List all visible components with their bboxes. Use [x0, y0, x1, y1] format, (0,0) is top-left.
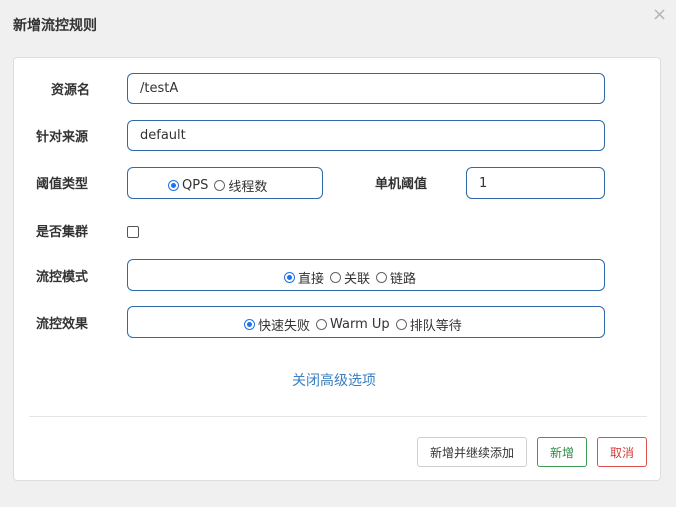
radio-unchecked-icon[interactable]	[214, 180, 226, 191]
control-mode-option-chain[interactable]: 链路	[376, 268, 416, 287]
footer-divider	[29, 416, 647, 417]
radio-unchecked-icon[interactable]	[330, 272, 342, 283]
close-icon[interactable]: ×	[652, 6, 667, 24]
control-effect-option-label: Warm Up	[330, 317, 390, 332]
control-mode-option-label: 关联	[344, 272, 371, 287]
add-button[interactable]: 新增	[537, 437, 587, 467]
cancel-button[interactable]: 取消	[597, 437, 647, 467]
radio-unchecked-icon[interactable]	[376, 272, 388, 283]
resource-name-input[interactable]	[127, 73, 605, 104]
control-mode-option-relate[interactable]: 关联	[330, 268, 370, 287]
threshold-type-option-threads[interactable]: 线程数	[214, 176, 267, 195]
limit-app-label: 针对来源	[36, 130, 89, 145]
radio-unchecked-icon[interactable]	[316, 319, 328, 330]
control-mode-option-direct[interactable]: 直接	[284, 268, 324, 287]
control-effect-label: 流控效果	[36, 317, 89, 332]
control-mode-option-label: 链路	[390, 272, 417, 287]
control-effect-option-warm-up[interactable]: Warm Up	[316, 317, 390, 332]
threshold-type-option-label: QPS	[182, 178, 209, 193]
threshold-type-radio-group: QPS 线程数	[168, 176, 267, 195]
radio-checked-icon[interactable]	[168, 180, 179, 191]
radio-checked-icon[interactable]	[284, 272, 295, 283]
control-effect-option-label: 快速失败	[258, 319, 311, 334]
control-effect-radio-group: 快速失败 Warm Up 排队等待	[244, 315, 462, 334]
control-mode-label: 流控模式	[36, 270, 89, 285]
threshold-type-option-qps[interactable]: QPS	[168, 178, 208, 193]
threshold-type-label: 阈值类型	[36, 177, 89, 192]
cluster-mode-label: 是否集群	[36, 225, 89, 240]
toggle-advanced-options-link[interactable]: 关闭高级选项	[292, 370, 376, 390]
control-effect-option-queue[interactable]: 排队等待	[395, 315, 462, 334]
resource-name-label: 资源名	[51, 83, 91, 98]
add-and-continue-button[interactable]: 新增并继续添加	[417, 437, 527, 467]
radio-checked-icon[interactable]	[244, 319, 255, 330]
single-threshold-label: 单机阈值	[375, 177, 428, 192]
threshold-type-option-label: 线程数	[228, 180, 268, 195]
control-effect-option-fast-fail[interactable]: 快速失败	[244, 315, 310, 334]
cluster-mode-checkbox[interactable]	[127, 226, 139, 238]
single-threshold-input[interactable]	[466, 167, 605, 199]
radio-unchecked-icon[interactable]	[395, 319, 407, 330]
control-effect-option-label: 排队等待	[409, 319, 462, 334]
control-mode-option-label: 直接	[298, 272, 325, 287]
dialog-title: 新增流控规则	[13, 18, 97, 34]
control-mode-radio-group: 直接 关联 链路	[284, 268, 416, 287]
limit-app-input[interactable]	[127, 120, 605, 151]
